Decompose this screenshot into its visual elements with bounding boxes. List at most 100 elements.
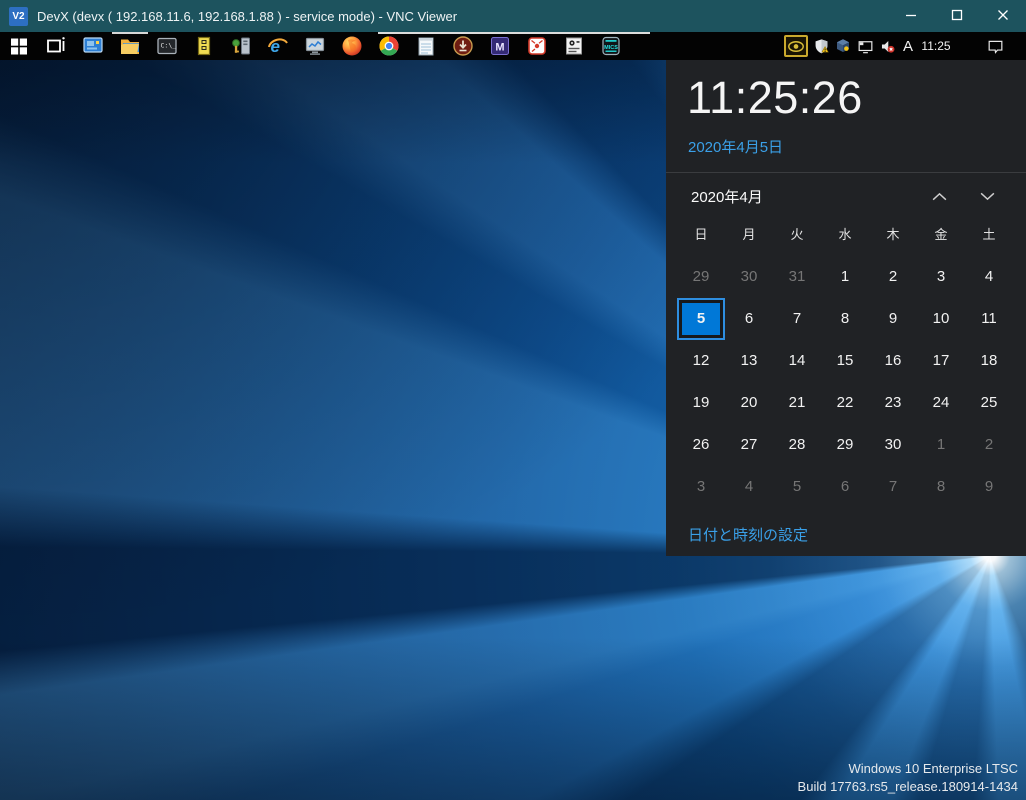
taskbar-button-firefox[interactable] [333,32,370,60]
taskbar-button-marktext[interactable]: M [481,32,518,60]
tray-clock[interactable]: 11:25 [918,32,954,60]
volume-tray-button[interactable] [876,32,898,60]
calendar-day[interactable]: 9 [965,466,1013,508]
notepad-icon [414,34,438,58]
remote-desktop: C:\_ e M MICS A 11:25 Windows 10 Enterpr… [0,32,1026,800]
calendar-month-nav [924,182,1002,212]
svg-text:M: M [495,42,504,54]
taskbar-button-task-view[interactable] [37,32,74,60]
taskbar-app-list: C:\_ e M MICS [0,32,629,60]
calendar-day[interactable]: 23 [869,382,917,424]
taskbar-button-file-explorer[interactable] [111,32,148,60]
calendar-day[interactable]: 24 [917,382,965,424]
taskbar-button-performance-monitor[interactable] [296,32,333,60]
calendar-day[interactable]: 10 [917,298,965,340]
calendar-day[interactable]: 27 [725,424,773,466]
calendar-day[interactable]: 11 [965,298,1013,340]
taskbar-button-start[interactable] [0,32,37,60]
taskbar-button-mics-app[interactable]: MICS [592,32,629,60]
calendar-day[interactable]: 3 [917,256,965,298]
cube-tray-button[interactable] [832,32,854,60]
open-window-indicator-long [378,32,650,34]
calendar-day[interactable]: 16 [869,340,917,382]
calendar-day[interactable]: 14 [773,340,821,382]
calendar-day[interactable]: 5 [773,466,821,508]
calendar-day[interactable]: 18 [965,340,1013,382]
taskbar-button-dice-app[interactable] [518,32,555,60]
calendar-day[interactable]: 6 [821,466,869,508]
ime-mode-button[interactable]: A [898,32,918,60]
maximize-button[interactable] [934,0,980,32]
chevron-up-icon [931,190,948,205]
taskbar-button-display-settings[interactable] [74,32,111,60]
calendar-day[interactable]: 30 [725,256,773,298]
date-time-settings-link[interactable]: 日付と時刻の設定 [688,524,808,545]
svg-text:C:\_: C:\_ [160,42,176,50]
chevron-down-icon [979,190,996,205]
calendar-day[interactable]: 12 [677,340,725,382]
calendar-day[interactable]: 9 [869,298,917,340]
prev-month-button[interactable] [924,182,954,212]
calendar-day[interactable]: 8 [917,466,965,508]
next-month-button[interactable] [972,182,1002,212]
calendar-day[interactable]: 28 [773,424,821,466]
maximize-icon [951,9,963,24]
calendar-day[interactable]: 29 [821,424,869,466]
taskbar-button-downloader[interactable] [444,32,481,60]
calendar-day-selected[interactable]: 5 [677,298,725,340]
desktop-wallpaper[interactable]: Windows 10 Enterprise LTSC Build 17763.r… [0,60,1026,800]
chrome-icon [377,34,401,58]
vnc-app-icon: V2 [9,6,28,26]
taskbar-button-chrome[interactable] [370,32,407,60]
weekday-label: 水 [838,227,852,242]
computer-key-icon [229,34,253,58]
taskbar-button-notepad[interactable] [407,32,444,60]
minimize-button[interactable] [888,0,934,32]
taskbar-button-internet-explorer[interactable]: e [259,32,296,60]
calendar-day[interactable]: 8 [821,298,869,340]
weekday-label: 金 [934,227,948,242]
calendar-day[interactable]: 6 [725,298,773,340]
taskbar-button-command-prompt[interactable]: C:\_ [148,32,185,60]
start-icon [7,34,31,58]
calendar-day[interactable]: 30 [869,424,917,466]
svg-text:MICS: MICS [604,45,618,51]
vnc-eye-icon [784,35,808,57]
close-icon [997,9,1009,24]
open-window-indicator [112,32,148,34]
network-tray-button[interactable] [854,32,876,60]
calendar-day[interactable]: 1 [821,256,869,298]
taskbar-button-device-cabinet[interactable] [185,32,222,60]
calendar-day[interactable]: 20 [725,382,773,424]
calendar-day[interactable]: 17 [917,340,965,382]
firefox-icon [340,34,364,58]
calendar-day[interactable]: 21 [773,382,821,424]
vnc-viewer-window: V2 DevX (devx ( 192.168.11.6, 192.168.1.… [0,0,1026,800]
calendar-day[interactable]: 31 [773,256,821,298]
calendar-day[interactable]: 25 [965,382,1013,424]
calendar-day[interactable]: 29 [677,256,725,298]
network-icon [856,37,875,56]
weekday-label: 火 [790,227,804,242]
calendar-day[interactable]: 7 [773,298,821,340]
calendar-day[interactable]: 4 [725,466,773,508]
calendar-day[interactable]: 3 [677,466,725,508]
calendar-day[interactable]: 7 [869,466,917,508]
calendar-day[interactable]: 1 [917,424,965,466]
calendar-day[interactable]: 2 [869,256,917,298]
calendar-day[interactable]: 26 [677,424,725,466]
calendar-day[interactable]: 13 [725,340,773,382]
vnc-server-tray-button[interactable] [782,32,810,60]
close-button[interactable] [980,0,1026,32]
taskbar-button-clipboard-tool[interactable] [555,32,592,60]
calendar-day[interactable]: 4 [965,256,1013,298]
calendar-month-label[interactable]: 2020年4月 [691,186,763,207]
calendar-day[interactable]: 15 [821,340,869,382]
calendar-day[interactable]: 19 [677,382,725,424]
defender-tray-button[interactable] [810,32,832,60]
taskbar-button-computer-key[interactable] [222,32,259,60]
calendar-day[interactable]: 22 [821,382,869,424]
calendar-day[interactable]: 2 [965,424,1013,466]
vnc-titlebar[interactable]: V2 DevX (devx ( 192.168.11.6, 192.168.1.… [0,0,1026,32]
action-center-button[interactable] [984,32,1006,60]
